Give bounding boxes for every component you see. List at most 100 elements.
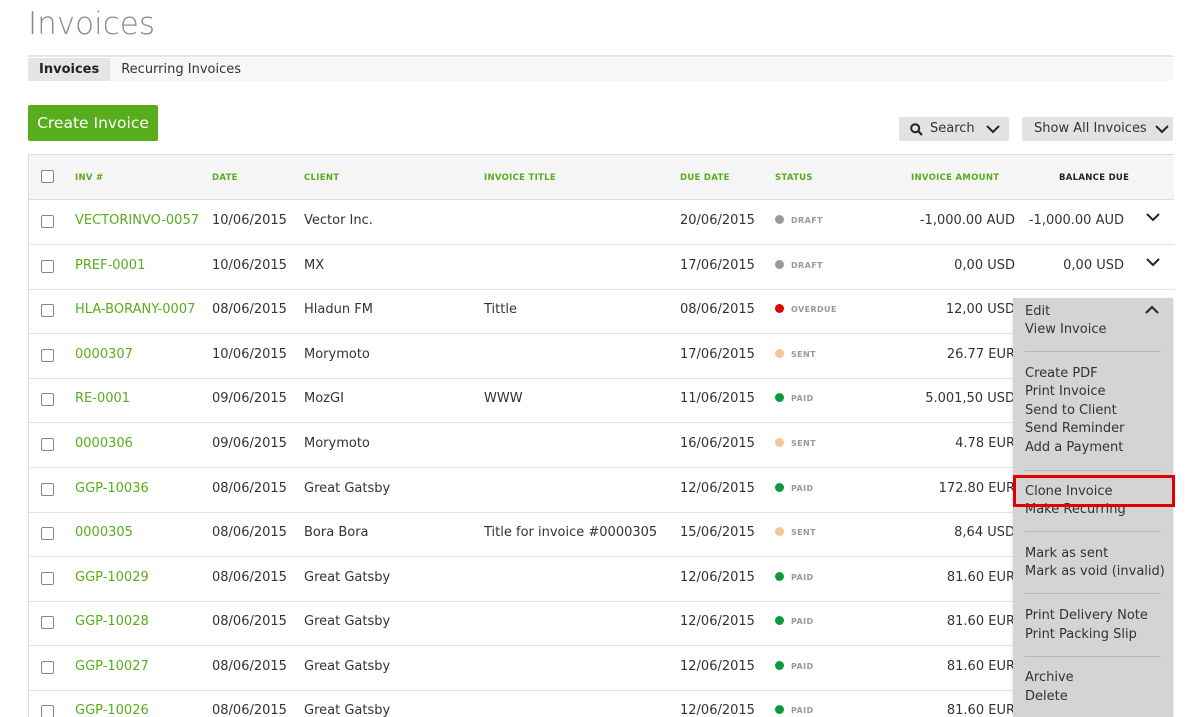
show-filter-dropdown[interactable]: Show All Invoices — [1022, 117, 1173, 141]
chevron-up-icon[interactable] — [1145, 305, 1159, 314]
menu-item-mark-as-sent[interactable]: Mark as sent — [1025, 546, 1108, 561]
status-label: PAID — [791, 484, 814, 493]
menu-item-view-invoice[interactable]: View Invoice — [1025, 322, 1106, 337]
menu-item-add-a-payment[interactable]: Add a Payment — [1025, 440, 1123, 455]
invoice-amount: 81.60 EUR — [946, 659, 1015, 674]
client-name: Great Gatsby — [304, 570, 391, 585]
table-row[interactable]: GGP-10036 08/06/2015 Great Gatsby 12/06/201… — [29, 468, 1174, 513]
row-checkbox[interactable] — [41, 393, 54, 406]
menu-item-print-invoice[interactable]: Print Invoice — [1025, 384, 1106, 399]
column-header-title[interactable]: INVOICE TITLE — [484, 173, 556, 183]
menu-item-send-to-client[interactable]: Send to Client — [1025, 403, 1117, 418]
table-row[interactable]: HLA-BORANY-0007 08/06/2015 Hladun FM Tittle… — [29, 289, 1174, 334]
client-name: Bora Bora — [304, 525, 369, 540]
row-checkbox[interactable] — [41, 527, 54, 540]
tab-invoices[interactable]: Invoices — [28, 58, 111, 81]
client-name: Hladun FM — [304, 302, 373, 317]
table-row[interactable]: VECTORINVO-0057 10/06/2015 Vector Inc. 20/0… — [29, 200, 1174, 245]
client-name: Great Gatsby — [304, 614, 391, 629]
row-checkbox[interactable] — [41, 705, 54, 717]
status-label: OVERDUE — [791, 305, 837, 314]
column-header-amount[interactable]: INVOICE AMOUNT — [911, 173, 999, 183]
invoice-number-link[interactable]: RE-0001 — [75, 391, 130, 406]
row-checkbox[interactable] — [41, 304, 54, 317]
create-invoice-button[interactable]: Create Invoice — [28, 105, 158, 141]
status-badge: DRAFT — [775, 214, 823, 225]
client-name: Morymoto — [304, 347, 370, 362]
invoice-number-link[interactable]: GGP-10027 — [75, 659, 149, 674]
menu-item-mark-as-void-invalid[interactable]: Mark as void (invalid) — [1025, 564, 1165, 579]
invoice-number-link[interactable]: GGP-10036 — [75, 481, 149, 496]
row-checkbox[interactable] — [41, 438, 54, 451]
row-actions-menu: Edit View Invoice Create PDF Print Invoice S… — [1013, 298, 1173, 717]
invoice-number-link[interactable]: GGP-10028 — [75, 614, 149, 629]
row-checkbox[interactable] — [41, 572, 54, 585]
table-row[interactable]: GGP-10027 08/06/2015 Great Gatsby 12/06/201… — [29, 646, 1174, 691]
due-date: 12/06/2015 — [680, 570, 755, 585]
row-checkbox[interactable] — [41, 260, 54, 273]
column-header-inv[interactable]: INV # — [75, 173, 103, 183]
menu-divider — [1025, 656, 1161, 657]
status-badge: PAID — [775, 392, 814, 403]
invoice-amount: 0,00 USD — [954, 258, 1015, 273]
invoice-date: 08/06/2015 — [212, 659, 287, 674]
table-row[interactable]: 0000305 08/06/2015 Bora Bora Title for invo… — [29, 512, 1174, 557]
row-checkbox[interactable] — [41, 349, 54, 362]
status-label: SENT — [791, 528, 816, 537]
column-header-status[interactable]: STATUS — [775, 173, 813, 183]
invoice-date: 08/06/2015 — [212, 302, 287, 317]
page-title: Invoices — [28, 6, 155, 42]
invoice-number-link[interactable]: GGP-10029 — [75, 570, 149, 585]
chevron-down-icon[interactable] — [1146, 258, 1160, 267]
due-date: 17/06/2015 — [680, 347, 755, 362]
table-row[interactable]: GGP-10026 08/06/2015 Great Gatsby 12/06/201… — [29, 690, 1174, 717]
row-checkbox[interactable] — [41, 483, 54, 496]
status-label: PAID — [791, 706, 814, 715]
table-row[interactable]: PREF-0001 10/06/2015 MX 17/06/2015 DRAFT 0,00… — [29, 245, 1174, 290]
invoice-number-link[interactable]: HLA-BORANY-0007 — [75, 302, 195, 317]
table-row[interactable]: RE-0001 09/06/2015 MozGI WWW 11/06/2015 PAID 5… — [29, 378, 1174, 423]
table-row[interactable]: 0000307 10/06/2015 Morymoto 17/06/2015 SENT 2… — [29, 334, 1174, 379]
menu-item-print-delivery-note[interactable]: Print Delivery Note — [1025, 608, 1148, 623]
menu-divider — [1025, 351, 1161, 352]
row-checkbox[interactable] — [41, 616, 54, 629]
invoice-number-link[interactable]: 0000306 — [75, 436, 133, 451]
status-label: PAID — [791, 662, 814, 671]
table-row[interactable]: 0000306 09/06/2015 Morymoto 16/06/2015 SENT 4… — [29, 423, 1174, 468]
menu-item-print-packing-slip[interactable]: Print Packing Slip — [1025, 627, 1137, 642]
select-all-checkbox[interactable] — [41, 170, 54, 183]
invoice-number-link[interactable]: 0000305 — [75, 525, 133, 540]
status-dot-icon — [775, 215, 784, 224]
status-dot-icon — [775, 616, 784, 625]
client-name: Vector Inc. — [304, 213, 373, 228]
menu-item-archive[interactable]: Archive — [1025, 670, 1074, 685]
column-header-balance[interactable]: BALANCE DUE — [1059, 173, 1129, 183]
invoice-number-link[interactable]: PREF-0001 — [75, 258, 145, 273]
table-header: INV # DATE CLIENT INVOICE TITLE DUE DATE… — [29, 154, 1174, 200]
status-badge: SENT — [775, 526, 816, 537]
status-dot-icon — [775, 527, 784, 536]
menu-item-edit[interactable]: Edit — [1025, 304, 1050, 319]
menu-divider — [1025, 593, 1161, 594]
column-header-client[interactable]: CLIENT — [304, 173, 339, 183]
invoice-number-link[interactable]: 0000307 — [75, 347, 133, 362]
column-header-date[interactable]: DATE — [212, 173, 238, 183]
invoice-number-link[interactable]: VECTORINVO-0057 — [75, 213, 199, 228]
status-dot-icon — [775, 349, 784, 358]
status-badge: DRAFT — [775, 259, 823, 270]
row-checkbox[interactable] — [41, 215, 54, 228]
chevron-down-icon[interactable] — [1146, 213, 1160, 222]
row-checkbox[interactable] — [41, 661, 54, 674]
search-button[interactable]: Search — [899, 117, 1009, 141]
table-row[interactable]: GGP-10028 08/06/2015 Great Gatsby 12/06/201… — [29, 601, 1174, 646]
invoice-date: 08/06/2015 — [212, 481, 287, 496]
invoice-amount: 81.60 EUR — [946, 703, 1015, 717]
status-badge: PAID — [775, 482, 814, 493]
column-header-due-date[interactable]: DUE DATE — [680, 173, 730, 183]
menu-item-create-pdf[interactable]: Create PDF — [1025, 366, 1098, 381]
invoice-number-link[interactable]: GGP-10026 — [75, 703, 149, 717]
menu-item-send-reminder[interactable]: Send Reminder — [1025, 421, 1124, 436]
tab-recurring-invoices[interactable]: Recurring Invoices — [110, 58, 252, 81]
menu-item-delete[interactable]: Delete — [1025, 689, 1068, 704]
table-row[interactable]: GGP-10029 08/06/2015 Great Gatsby 12/06/201… — [29, 557, 1174, 602]
